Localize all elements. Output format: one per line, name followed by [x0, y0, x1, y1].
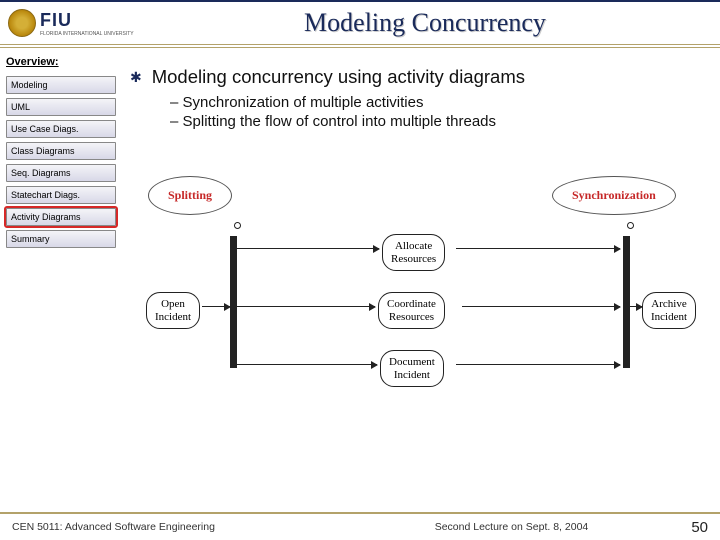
- nav-statechart[interactable]: Statechart Diags.: [6, 186, 116, 204]
- sub-bullet-list: Synchronization of multiple activities S…: [170, 94, 702, 130]
- activity-diagram: Splitting Synchronization OpenIncident A…: [130, 188, 702, 398]
- nav-modeling[interactable]: Modeling: [6, 76, 116, 94]
- fork-bar: [230, 236, 237, 368]
- content-area: ✱ Modeling concurrency using activity di…: [122, 48, 720, 508]
- nav-use-case[interactable]: Use Case Diags.: [6, 120, 116, 138]
- arrow: [202, 306, 230, 307]
- activity-archive-incident: ArchiveIncident: [642, 292, 696, 329]
- nav-activity-diagrams[interactable]: Activity Diagrams: [6, 208, 116, 226]
- arrow: [237, 248, 379, 249]
- main-bullet: ✱ Modeling concurrency using activity di…: [130, 66, 702, 88]
- university-logo: FIU FLORIDA INTERNATIONAL UNIVERSITY: [8, 9, 138, 37]
- bullet-text: Modeling concurrency using activity diag…: [152, 66, 525, 88]
- activity-document-incident: DocumentIncident: [380, 350, 444, 387]
- logo-acronym: FIU: [40, 10, 134, 31]
- synchronization-label: Synchronization: [562, 182, 666, 209]
- logo-full-name: FLORIDA INTERNATIONAL UNIVERSITY: [40, 31, 134, 37]
- splitting-label: Splitting: [158, 182, 222, 209]
- splitting-text: Splitting: [168, 188, 212, 202]
- seal-icon: [8, 9, 36, 37]
- arrow: [456, 248, 620, 249]
- slide-header: FIU FLORIDA INTERNATIONAL UNIVERSITY Mod…: [0, 0, 720, 48]
- join-bar: [623, 236, 630, 368]
- arrow: [462, 306, 620, 307]
- arrow: [456, 364, 620, 365]
- callout-dot: [627, 222, 634, 229]
- slide-body: Overview: Modeling UML Use Case Diags. C…: [0, 48, 720, 508]
- sub-bullet-1: Synchronization of multiple activities: [170, 94, 702, 111]
- snowflake-icon: ✱: [130, 69, 142, 86]
- slide-title: Modeling Concurrency: [138, 8, 712, 38]
- activity-open-incident: OpenIncident: [146, 292, 200, 329]
- sidebar-heading: Overview:: [6, 56, 116, 68]
- footer-page-number: 50: [678, 519, 708, 536]
- slide-footer: CEN 5011: Advanced Software Engineering …: [0, 512, 720, 540]
- sub-bullet-2: Splitting the flow of control into multi…: [170, 113, 702, 130]
- arrow: [237, 364, 377, 365]
- nav-summary[interactable]: Summary: [6, 230, 116, 248]
- sidebar: Overview: Modeling UML Use Case Diags. C…: [0, 48, 122, 508]
- footer-lecture: Second Lecture on Sept. 8, 2004: [345, 521, 678, 533]
- nav-uml[interactable]: UML: [6, 98, 116, 116]
- synchronization-text: Synchronization: [572, 188, 656, 202]
- activity-allocate-resources: AllocateResources: [382, 234, 445, 271]
- activity-coordinate-resources: CoordinateResources: [378, 292, 445, 329]
- callout-dot: [234, 222, 241, 229]
- nav-class-diagrams[interactable]: Class Diagrams: [6, 142, 116, 160]
- arrow: [630, 306, 642, 307]
- footer-course: CEN 5011: Advanced Software Engineering: [12, 521, 345, 533]
- nav-seq-diagrams[interactable]: Seq. Diagrams: [6, 164, 116, 182]
- arrow: [237, 306, 375, 307]
